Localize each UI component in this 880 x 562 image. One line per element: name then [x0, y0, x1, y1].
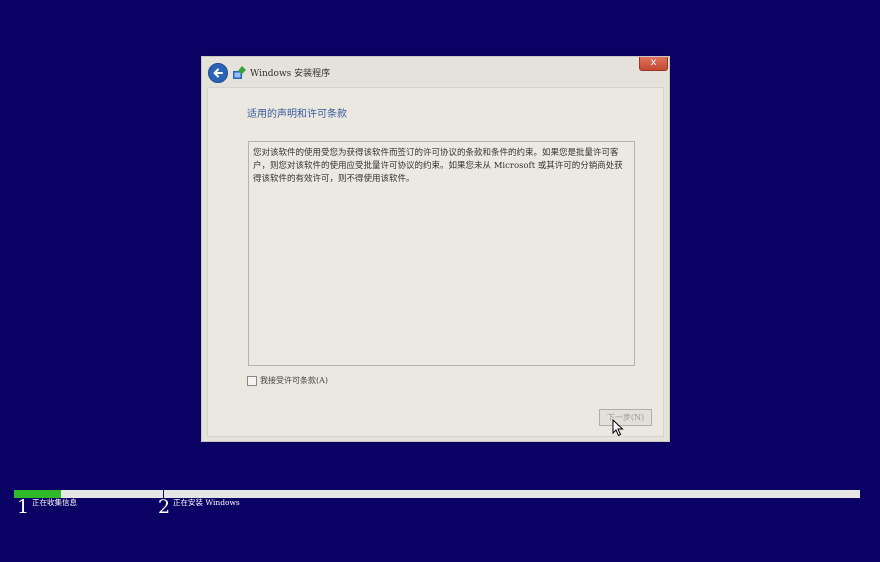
accept-license-label[interactable]: 我接受许可条款(A)	[260, 375, 328, 386]
step-number: 2	[158, 496, 171, 518]
back-arrow-icon	[213, 68, 223, 78]
step-label: 正在安装 Windows	[173, 498, 240, 507]
license-text: 您对该软件的使用受您为获得该软件而签订的许可协议的条款和条件的约束。如果您是批量…	[253, 148, 623, 184]
mouse-pointer-icon	[612, 419, 624, 437]
close-icon: x	[650, 57, 657, 68]
page-title: 适用的声明和许可条款	[247, 109, 347, 120]
back-button[interactable]	[208, 63, 228, 83]
step-label: 正在收集信息	[32, 498, 77, 507]
setup-progress-bar	[14, 490, 860, 498]
next-button[interactable]: 下一步(N)	[599, 409, 652, 426]
step-number: 1	[17, 496, 30, 518]
setup-dialog: Windows 安装程序 x 适用的声明和许可条款 您对该软件的使用受您为获得该…	[201, 56, 670, 442]
setup-app-icon	[233, 66, 246, 79]
accept-license-row[interactable]: 我接受许可条款(A)	[247, 375, 328, 386]
license-text-box[interactable]: 您对该软件的使用受您为获得该软件而签订的许可协议的条款和条件的约束。如果您是批量…	[248, 141, 635, 366]
titlebar: Windows 安装程序 x	[202, 57, 669, 87]
window-title: Windows 安装程序	[250, 69, 331, 79]
close-button[interactable]: x	[639, 57, 668, 71]
content-pane: 适用的声明和许可条款 您对该软件的使用受您为获得该软件而签订的许可协议的条款和条…	[207, 87, 664, 437]
accept-license-checkbox[interactable]	[247, 375, 257, 386]
